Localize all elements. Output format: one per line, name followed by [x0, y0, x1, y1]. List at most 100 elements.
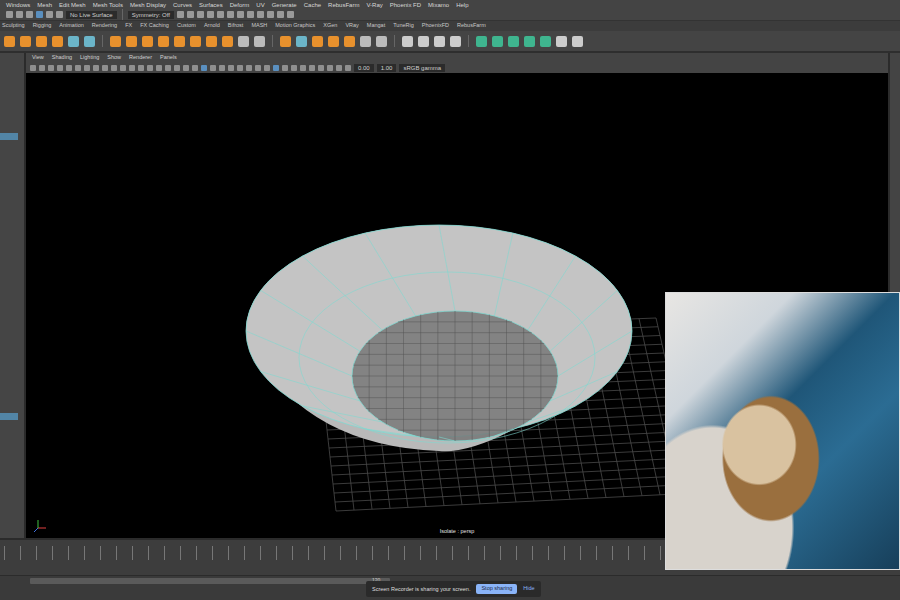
viewport-menu-item[interactable]: Lighting — [80, 55, 99, 61]
shelf-tab[interactable]: TuneRig — [393, 23, 414, 29]
menu-item[interactable]: Curves — [173, 2, 192, 8]
bowl-mesh[interactable] — [246, 225, 632, 451]
menu-item[interactable]: Surfaces — [199, 2, 223, 8]
shelf-tab[interactable]: XGen — [323, 23, 337, 29]
menu-item[interactable]: Deform — [230, 2, 250, 8]
viewport-tool-icon[interactable] — [174, 65, 180, 71]
menu-item[interactable]: RebusFarm — [328, 2, 359, 8]
status-icon[interactable] — [187, 11, 194, 18]
shelf-tab[interactable]: MASH — [251, 23, 267, 29]
menu-item[interactable]: Mesh — [37, 2, 52, 8]
shelf-tab[interactable]: Mangat — [367, 23, 385, 29]
shelf-tool-icon[interactable] — [572, 36, 583, 47]
viewport-tool-icon[interactable] — [237, 65, 243, 71]
menu-item[interactable]: UV — [256, 2, 264, 8]
shelf-tool-icon[interactable] — [20, 36, 31, 47]
viewport-menu-item[interactable]: Show — [107, 55, 121, 61]
status-icon[interactable] — [197, 11, 204, 18]
status-icon[interactable] — [207, 11, 214, 18]
shelf-tool-icon[interactable] — [158, 36, 169, 47]
shelf-tool-icon[interactable] — [36, 36, 47, 47]
menu-item[interactable]: Mixamo — [428, 2, 449, 8]
menu-item[interactable]: Phoenix FD — [390, 2, 421, 8]
tool-icon[interactable] — [26, 11, 33, 18]
status-icon[interactable] — [257, 11, 264, 18]
status-icon[interactable] — [247, 11, 254, 18]
viewport-menu-item[interactable]: Renderer — [129, 55, 152, 61]
shelf-tab[interactable]: Motion Graphics — [275, 23, 315, 29]
viewport-menu-item[interactable]: Panels — [160, 55, 177, 61]
viewport-tool-icon[interactable] — [156, 65, 162, 71]
shelf-tool-icon[interactable] — [418, 36, 429, 47]
menu-item[interactable]: Edit Mesh — [59, 2, 86, 8]
shelf-tool-icon[interactable] — [52, 36, 63, 47]
viewport-tool-icon[interactable] — [282, 65, 288, 71]
shelf-tool-icon[interactable] — [206, 36, 217, 47]
color-space-field[interactable]: sRGB gamma — [399, 64, 445, 72]
viewport-field[interactable]: 1.00 — [377, 64, 397, 72]
shelf-tool-icon[interactable] — [556, 36, 567, 47]
menu-item[interactable]: Mesh Tools — [93, 2, 123, 8]
shelf-tool-icon[interactable] — [360, 36, 371, 47]
viewport-tool-icon[interactable] — [327, 65, 333, 71]
shelf-tab[interactable]: Custom — [177, 23, 196, 29]
viewport-tool-icon[interactable] — [273, 65, 279, 71]
symmetry-field[interactable]: Symmetry: Off — [128, 11, 174, 19]
viewport-tool-icon[interactable] — [30, 65, 36, 71]
shelf-tool-icon[interactable] — [174, 36, 185, 47]
viewport-tool-icon[interactable] — [165, 65, 171, 71]
shelf-tool-icon[interactable] — [254, 36, 265, 47]
shelf-tab[interactable]: FX Caching — [140, 23, 169, 29]
shelf-tool-icon[interactable] — [402, 36, 413, 47]
viewport-tool-icon[interactable] — [120, 65, 126, 71]
tool-icon[interactable] — [36, 11, 43, 18]
shelf-tool-icon[interactable] — [524, 36, 535, 47]
shelf-tool-icon[interactable] — [296, 36, 307, 47]
shelf-tool-icon[interactable] — [328, 36, 339, 47]
viewport-tool-icon[interactable] — [138, 65, 144, 71]
viewport-tool-icon[interactable] — [57, 65, 63, 71]
viewport-tool-icon[interactable] — [318, 65, 324, 71]
shelf-tool-icon[interactable] — [110, 36, 121, 47]
menu-item[interactable]: Help — [456, 2, 468, 8]
viewport-tool-icon[interactable] — [309, 65, 315, 71]
viewport-tool-icon[interactable] — [48, 65, 54, 71]
viewport-tool-icon[interactable] — [291, 65, 297, 71]
status-icon[interactable] — [237, 11, 244, 18]
shelf-tool-icon[interactable] — [280, 36, 291, 47]
shelf-tool-icon[interactable] — [68, 36, 79, 47]
tool-icon[interactable] — [46, 11, 53, 18]
viewport-tool-icon[interactable] — [93, 65, 99, 71]
viewport-tool-icon[interactable] — [336, 65, 342, 71]
shelf-tool-icon[interactable] — [508, 36, 519, 47]
viewport-tool-icon[interactable] — [210, 65, 216, 71]
shelf-tab[interactable]: Bifrost — [228, 23, 244, 29]
viewport-tool-icon[interactable] — [255, 65, 261, 71]
shelf-tool-icon[interactable] — [126, 36, 137, 47]
viewport-tool-icon[interactable] — [228, 65, 234, 71]
shelf-tool-icon[interactable] — [190, 36, 201, 47]
shelf-tool-icon[interactable] — [142, 36, 153, 47]
shelf-tab[interactable]: PhoenixFD — [422, 23, 449, 29]
shelf-tab[interactable]: FX — [125, 23, 132, 29]
shelf-tab[interactable]: Animation — [59, 23, 83, 29]
menu-item[interactable]: Windows — [6, 2, 30, 8]
shelf-tab[interactable]: VRay — [345, 23, 358, 29]
shelf-tab[interactable]: Rendering — [92, 23, 117, 29]
viewport-field[interactable]: 0.00 — [354, 64, 374, 72]
viewport-tool-icon[interactable] — [183, 65, 189, 71]
viewport-tool-icon[interactable] — [129, 65, 135, 71]
shelf-tool-icon[interactable] — [540, 36, 551, 47]
status-icon[interactable] — [287, 11, 294, 18]
status-icon[interactable] — [217, 11, 224, 18]
shelf-tool-icon[interactable] — [434, 36, 445, 47]
viewport-tool-icon[interactable] — [147, 65, 153, 71]
viewport-tool-icon[interactable] — [84, 65, 90, 71]
shelf-tool-icon[interactable] — [312, 36, 323, 47]
tool-icon[interactable] — [16, 11, 23, 18]
viewport-tool-icon[interactable] — [246, 65, 252, 71]
viewport-tool-icon[interactable] — [345, 65, 351, 71]
tool-icon[interactable] — [56, 11, 63, 18]
live-surface-field[interactable]: No Live Surface — [66, 11, 117, 19]
shelf-tool-icon[interactable] — [84, 36, 95, 47]
